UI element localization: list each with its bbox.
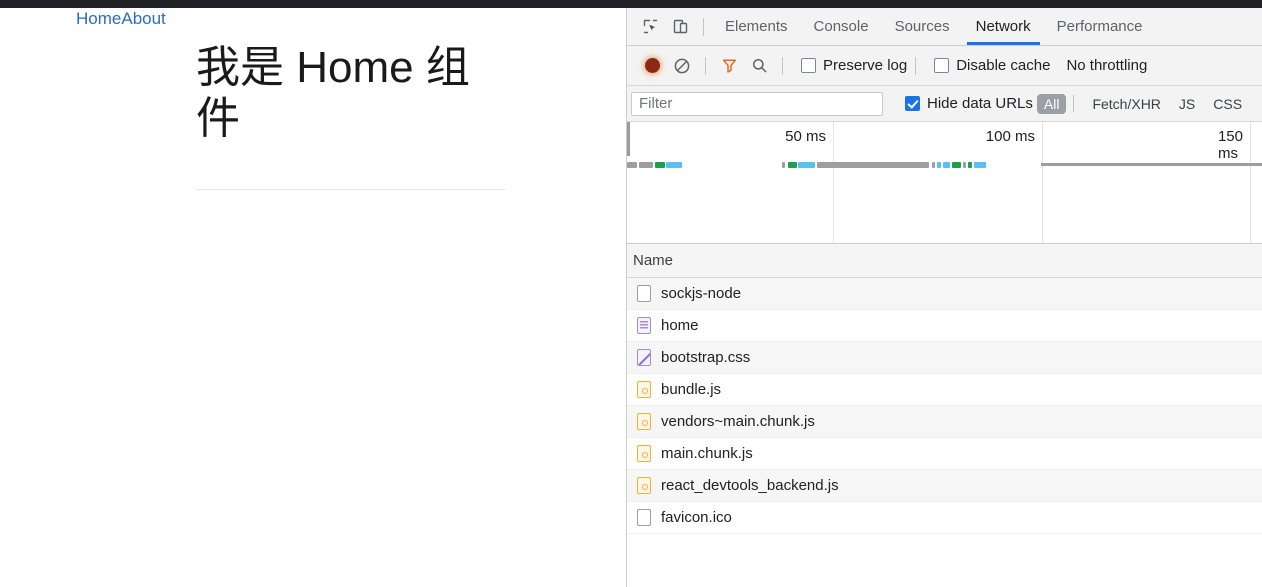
- tab-console[interactable]: Console: [801, 8, 882, 45]
- timeline-bar-5: [788, 162, 797, 168]
- tab-elements[interactable]: Elements: [712, 8, 801, 45]
- timeline-bar-14: [974, 162, 986, 168]
- file-js-icon: [637, 445, 651, 462]
- request-name: react_devtools_backend.js: [661, 477, 839, 494]
- nav-link-about[interactable]: About: [121, 9, 165, 28]
- table-row[interactable]: bootstrap.css: [627, 342, 1262, 374]
- clear-network-log-icon[interactable]: [667, 52, 697, 80]
- timeline-bar-11: [952, 162, 961, 168]
- timeline-left-handle[interactable]: [627, 122, 630, 156]
- inspect-element-icon[interactable]: [635, 13, 665, 41]
- disable-cache-checkbox-box[interactable]: [934, 58, 950, 73]
- column-header-name[interactable]: Name: [633, 252, 673, 269]
- nav-link-home[interactable]: Home: [76, 9, 121, 28]
- timeline-bar-6: [798, 162, 815, 168]
- home-component-card: 我是 Home 组件: [196, 42, 506, 190]
- timeline-bar-0: [627, 162, 637, 168]
- hide-data-urls-checkbox[interactable]: Hide data URLs: [905, 95, 1033, 112]
- hide-data-urls-label: Hide data URLs: [927, 95, 1033, 112]
- request-name: bootstrap.css: [661, 349, 751, 366]
- timeline-tick-0: 50 ms: [785, 128, 826, 145]
- request-name: bundle.js: [661, 381, 722, 398]
- table-row[interactable]: favicon.ico: [627, 502, 1262, 534]
- file-other-icon: [637, 509, 651, 526]
- filterbar-divider: [1073, 95, 1075, 112]
- page-viewport: HomeAbout 我是 Home 组件: [0, 8, 625, 587]
- preserve-log-checkbox-box[interactable]: [801, 58, 816, 73]
- table-row[interactable]: react_devtools_backend.js: [627, 470, 1262, 502]
- record-stop-icon[interactable]: [637, 52, 667, 80]
- timeline-bar-1: [639, 162, 653, 168]
- file-js-icon: [637, 477, 651, 494]
- file-css-icon: [637, 349, 651, 366]
- timeline-bar-12: [963, 162, 966, 168]
- network-filter-toolbar: Hide data URLs All Fetch/XHR JS CSS: [627, 86, 1262, 122]
- disable-cache-label: Disable cache: [956, 57, 1051, 74]
- table-row[interactable]: main.chunk.js: [627, 438, 1262, 470]
- timeline-tick-1: 100 ms: [985, 128, 1035, 145]
- controls-divider-1: [705, 56, 706, 75]
- timeline-bar-13: [968, 162, 972, 168]
- tab-network[interactable]: Network: [963, 8, 1044, 45]
- devtools-panel: Elements Console Sources Network Perform…: [626, 8, 1262, 587]
- table-row[interactable]: home: [627, 310, 1262, 342]
- timeline-tick-2: 150 ms: [1217, 128, 1243, 162]
- controls-divider-3: [915, 56, 917, 75]
- type-filter-fetch-xhr[interactable]: Fetch/XHR: [1085, 94, 1167, 114]
- filter-funnel-icon[interactable]: [714, 52, 744, 80]
- table-row[interactable]: bundle.js: [627, 374, 1262, 406]
- table-row[interactable]: vendors~main.chunk.js: [627, 406, 1262, 438]
- request-name: sockjs-node: [661, 285, 742, 302]
- timeline-gridline-0: [833, 122, 834, 243]
- requests-table-header: Name: [627, 244, 1262, 278]
- file-js-icon: [637, 413, 651, 430]
- browser-chrome-strip: [0, 0, 1262, 8]
- timeline-bar-4: [782, 162, 785, 168]
- timeline-bar-8: [932, 162, 935, 168]
- tab-performance[interactable]: Performance: [1044, 8, 1156, 45]
- type-filter-js[interactable]: JS: [1172, 94, 1202, 114]
- timeline-gridline-1: [1042, 122, 1043, 243]
- hide-data-urls-checkbox-box[interactable]: [905, 96, 920, 111]
- device-toolbar-icon[interactable]: [665, 13, 695, 41]
- throttling-dropdown[interactable]: No throttling: [1066, 57, 1147, 74]
- page-title: 我是 Home 组件: [196, 43, 470, 144]
- timeline-bar-9: [937, 162, 941, 168]
- disable-cache-checkbox[interactable]: Disable cache: [934, 57, 1050, 74]
- search-icon[interactable]: [744, 52, 774, 80]
- file-document-icon: [637, 317, 651, 334]
- preserve-log-label: Preserve log: [823, 57, 908, 74]
- screenshot-root: HomeAbout 我是 Home 组件 Elements Console So…: [0, 0, 1262, 587]
- devtools-tabbar: Elements Console Sources Network Perform…: [627, 8, 1262, 46]
- request-name: home: [661, 317, 699, 334]
- file-other-icon: [637, 285, 651, 302]
- page-nav: HomeAbout: [76, 8, 166, 30]
- controls-divider-2: [782, 56, 783, 75]
- tabbar-divider: [703, 17, 704, 36]
- request-name: vendors~main.chunk.js: [661, 413, 815, 430]
- file-js-icon: [637, 381, 651, 398]
- preserve-log-checkbox[interactable]: Preserve log: [801, 57, 907, 74]
- timeline-bar-7: [817, 162, 929, 168]
- timeline-bar-2: [655, 162, 665, 168]
- request-name: favicon.ico: [661, 509, 732, 526]
- network-controls-toolbar: Preserve log Disable cache No throttling: [627, 46, 1262, 86]
- timeline-gridline-2: [1250, 122, 1251, 243]
- type-filter-css[interactable]: CSS: [1206, 94, 1249, 114]
- filter-input[interactable]: [631, 91, 883, 116]
- content-divider: [196, 189, 506, 190]
- request-name: main.chunk.js: [661, 445, 753, 462]
- type-filter-all[interactable]: All: [1036, 93, 1067, 114]
- network-timeline-overview[interactable]: 50 ms 100 ms 150 ms: [627, 122, 1262, 244]
- tab-sources[interactable]: Sources: [882, 8, 963, 45]
- timeline-bar-10: [943, 162, 950, 168]
- timeline-trailing-bar: [1041, 163, 1262, 166]
- table-row[interactable]: sockjs-node: [627, 278, 1262, 310]
- timeline-bar-3: [666, 162, 682, 168]
- requests-table-body: sockjs-node home bootstrap.css bundle.js ven…: [627, 278, 1262, 534]
